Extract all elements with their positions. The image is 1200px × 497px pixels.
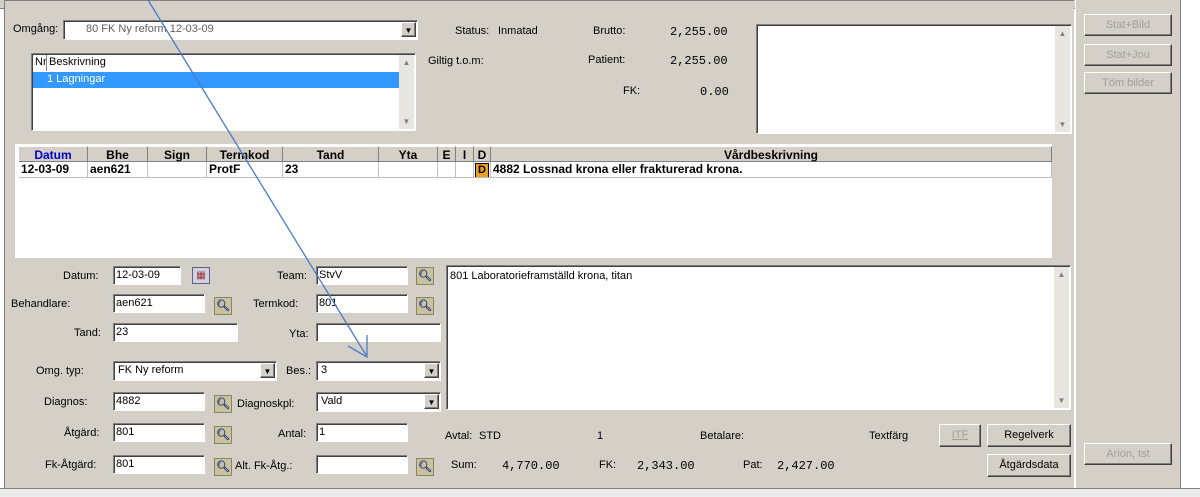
annotation-arrow (147, 0, 368, 359)
arrow-head (347, 335, 368, 359)
arrow-line (147, 0, 367, 356)
